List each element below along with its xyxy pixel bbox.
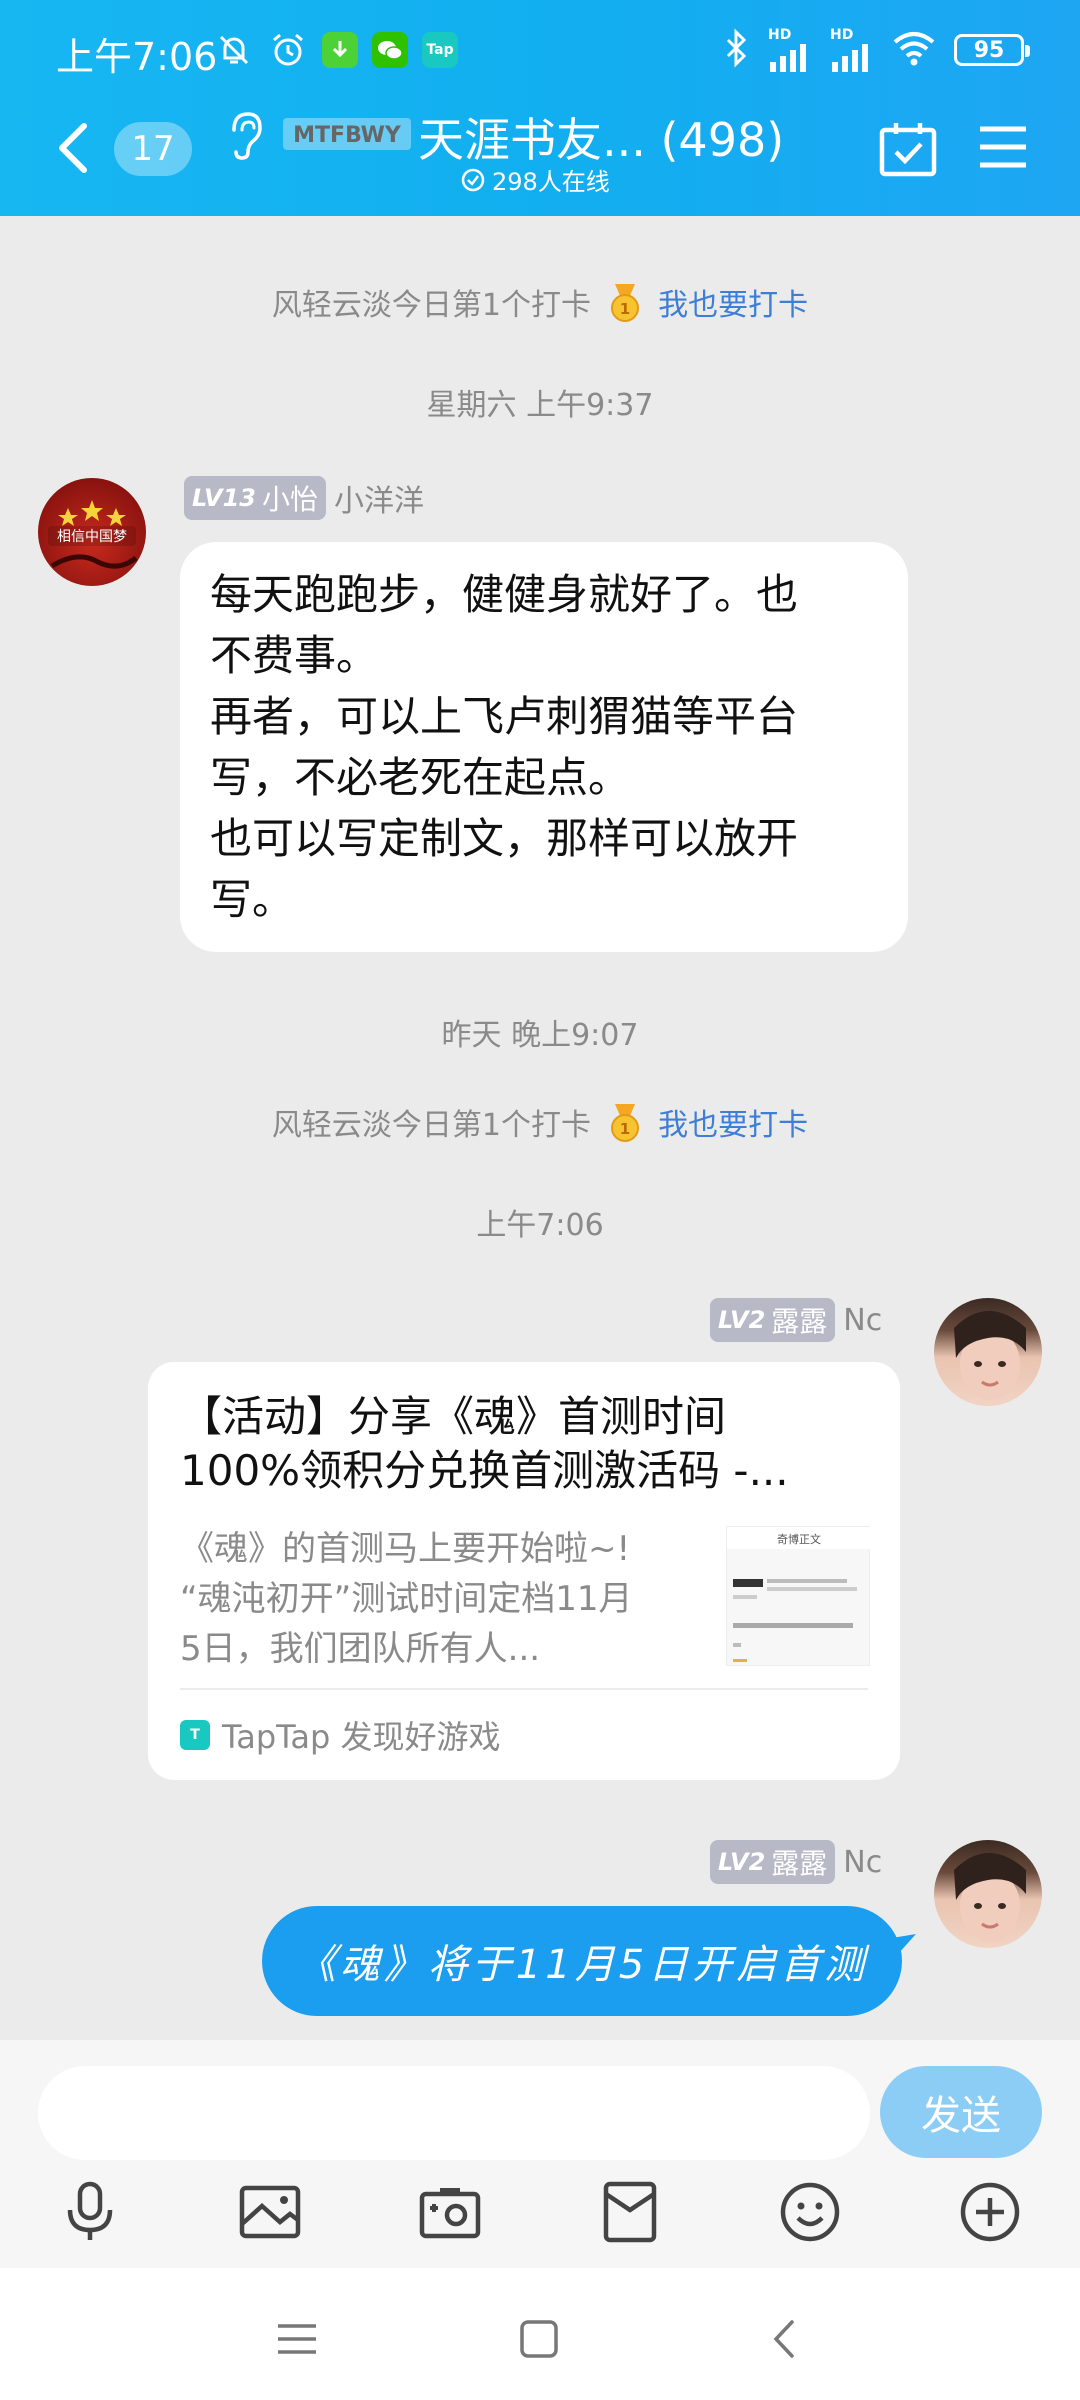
- level-badge: LV13 小怡: [184, 476, 326, 520]
- sender-nickname: Nc: [843, 1844, 883, 1880]
- card-thumbnail: 奇博正文: [726, 1526, 871, 1666]
- microphone-icon[interactable]: [58, 2180, 122, 2244]
- menu-nav-icon[interactable]: [274, 2316, 320, 2362]
- camera-icon[interactable]: [418, 2180, 482, 2244]
- sender-name-line[interactable]: LV13 小怡 小洋洋: [184, 476, 424, 520]
- emoji-icon[interactable]: [778, 2180, 842, 2244]
- checkin-notice: 风轻云淡今日第1个打卡 1 我也要打卡: [0, 1100, 1080, 1152]
- back-nav-icon[interactable]: [762, 2316, 808, 2362]
- online-count[interactable]: 298人在线: [460, 162, 610, 197]
- plus-icon[interactable]: [958, 2180, 1022, 2244]
- svg-text:奇博正文: 奇博正文: [777, 1532, 821, 1546]
- my-avatar[interactable]: [934, 1298, 1042, 1406]
- wifi-icon: [892, 30, 936, 70]
- status-right-icons: HD HD 95: [724, 28, 1030, 72]
- card-divider: [180, 1688, 868, 1690]
- ear-mode-icon[interactable]: [224, 110, 266, 162]
- time-divider: 昨天 晚上9:07: [441, 1018, 639, 1053]
- wechat-icon: [372, 32, 408, 68]
- input-toolbar: [0, 2180, 1080, 2260]
- card-source: T TapTap 发现好游戏: [180, 1712, 501, 1758]
- home-nav-icon[interactable]: [516, 2316, 562, 2362]
- status-time: 上午7:06: [56, 35, 218, 79]
- download-app-icon: [322, 32, 358, 68]
- checkin-calendar-button[interactable]: [878, 120, 938, 178]
- chat-header: 上午7:06 Tap HD HD 95 17 MTFBWY 天涯书友... (4…: [0, 0, 1080, 216]
- group-brand-logo: MTFBWY: [282, 112, 412, 156]
- time-divider: 上午7:06: [476, 1208, 604, 1243]
- title-bar: 17 MTFBWY 天涯书友... (498) 298人在线: [0, 100, 1080, 216]
- shared-link-card[interactable]: 【活动】分享《魂》首测时间 100%领积分兑换首测激活码 -... 《魂》的首测…: [148, 1362, 900, 1780]
- signal-hd-1-icon: HD: [768, 28, 812, 72]
- alarm-icon: [268, 30, 308, 70]
- bluetooth-icon: [724, 28, 750, 72]
- signal-hd-2-icon: HD: [830, 28, 874, 72]
- checkin-notice: 风轻云淡今日第1个打卡 1 我也要打卡: [0, 280, 1080, 332]
- level-badge: LV2 露露: [710, 1298, 836, 1342]
- message-bubble[interactable]: 每天跑跑步，健健身就好了。也 不费事。 再者，可以上飞卢刺猬猫等平台 写，不必老…: [180, 542, 908, 952]
- bubble-tail: [892, 1934, 916, 1954]
- status-bar: 上午7:06 Tap HD HD 95: [0, 0, 1080, 100]
- unread-count-badge[interactable]: 17: [114, 122, 192, 176]
- sender-nickname: 小洋洋: [333, 484, 424, 519]
- taptap-logo-icon: T: [180, 1720, 210, 1750]
- send-button[interactable]: 发送: [880, 2066, 1042, 2158]
- system-navigation-bar: [0, 2268, 1080, 2400]
- taptap-app-icon: Tap: [422, 32, 458, 68]
- status-left-icons: Tap: [214, 30, 458, 70]
- sender-nickname: Nc: [843, 1302, 883, 1338]
- group-title[interactable]: 天涯书友... (498): [418, 104, 784, 170]
- mute-bell-icon: [214, 30, 254, 70]
- time-divider: 星期六 上午9:37: [426, 388, 654, 423]
- level-badge: LV2 露露: [710, 1840, 836, 1884]
- sender-avatar[interactable]: 相信中国梦: [38, 478, 146, 586]
- sender-name-line[interactable]: LV2 露露 Nc: [710, 1298, 882, 1342]
- menu-button[interactable]: [978, 124, 1028, 170]
- battery-icon: 95: [954, 34, 1030, 66]
- checkin-link[interactable]: 我也要打卡: [658, 288, 808, 323]
- svg-text:1: 1: [619, 1120, 629, 1138]
- svg-text:MTFBWY: MTFBWY: [293, 123, 402, 148]
- checkin-link[interactable]: 我也要打卡: [658, 1108, 808, 1143]
- message-bubble[interactable]: 《魂》将于11月5日开启首测: [262, 1906, 902, 2016]
- red-packet-icon[interactable]: [598, 2180, 662, 2244]
- image-icon[interactable]: [238, 2180, 302, 2244]
- input-bar: 发送: [0, 2040, 1080, 2268]
- message-input[interactable]: [38, 2066, 870, 2160]
- svg-text:相信中国梦: 相信中国梦: [57, 529, 127, 545]
- card-title: 【活动】分享《魂》首测时间 100%领积分兑换首测激活码 -...: [180, 1392, 789, 1495]
- medal-icon: 1: [607, 1102, 643, 1152]
- back-button[interactable]: [50, 118, 100, 178]
- svg-text:1: 1: [619, 300, 629, 318]
- online-count-text: 298人在线: [492, 168, 610, 196]
- chat-message-list[interactable]: 风轻云淡今日第1个打卡 1 我也要打卡 星期六 上午9:37 相信中国梦 LV1…: [0, 216, 1080, 2040]
- online-status-icon: [461, 168, 485, 191]
- card-description: 《魂》的首测马上要开始啦~! “魂沌初开”测试时间定档11月 5日，我们团队所有…: [180, 1529, 633, 1669]
- medal-icon: 1: [607, 282, 643, 332]
- sender-name-line[interactable]: LV2 露露 Nc: [710, 1840, 882, 1884]
- my-avatar[interactable]: [934, 1840, 1042, 1948]
